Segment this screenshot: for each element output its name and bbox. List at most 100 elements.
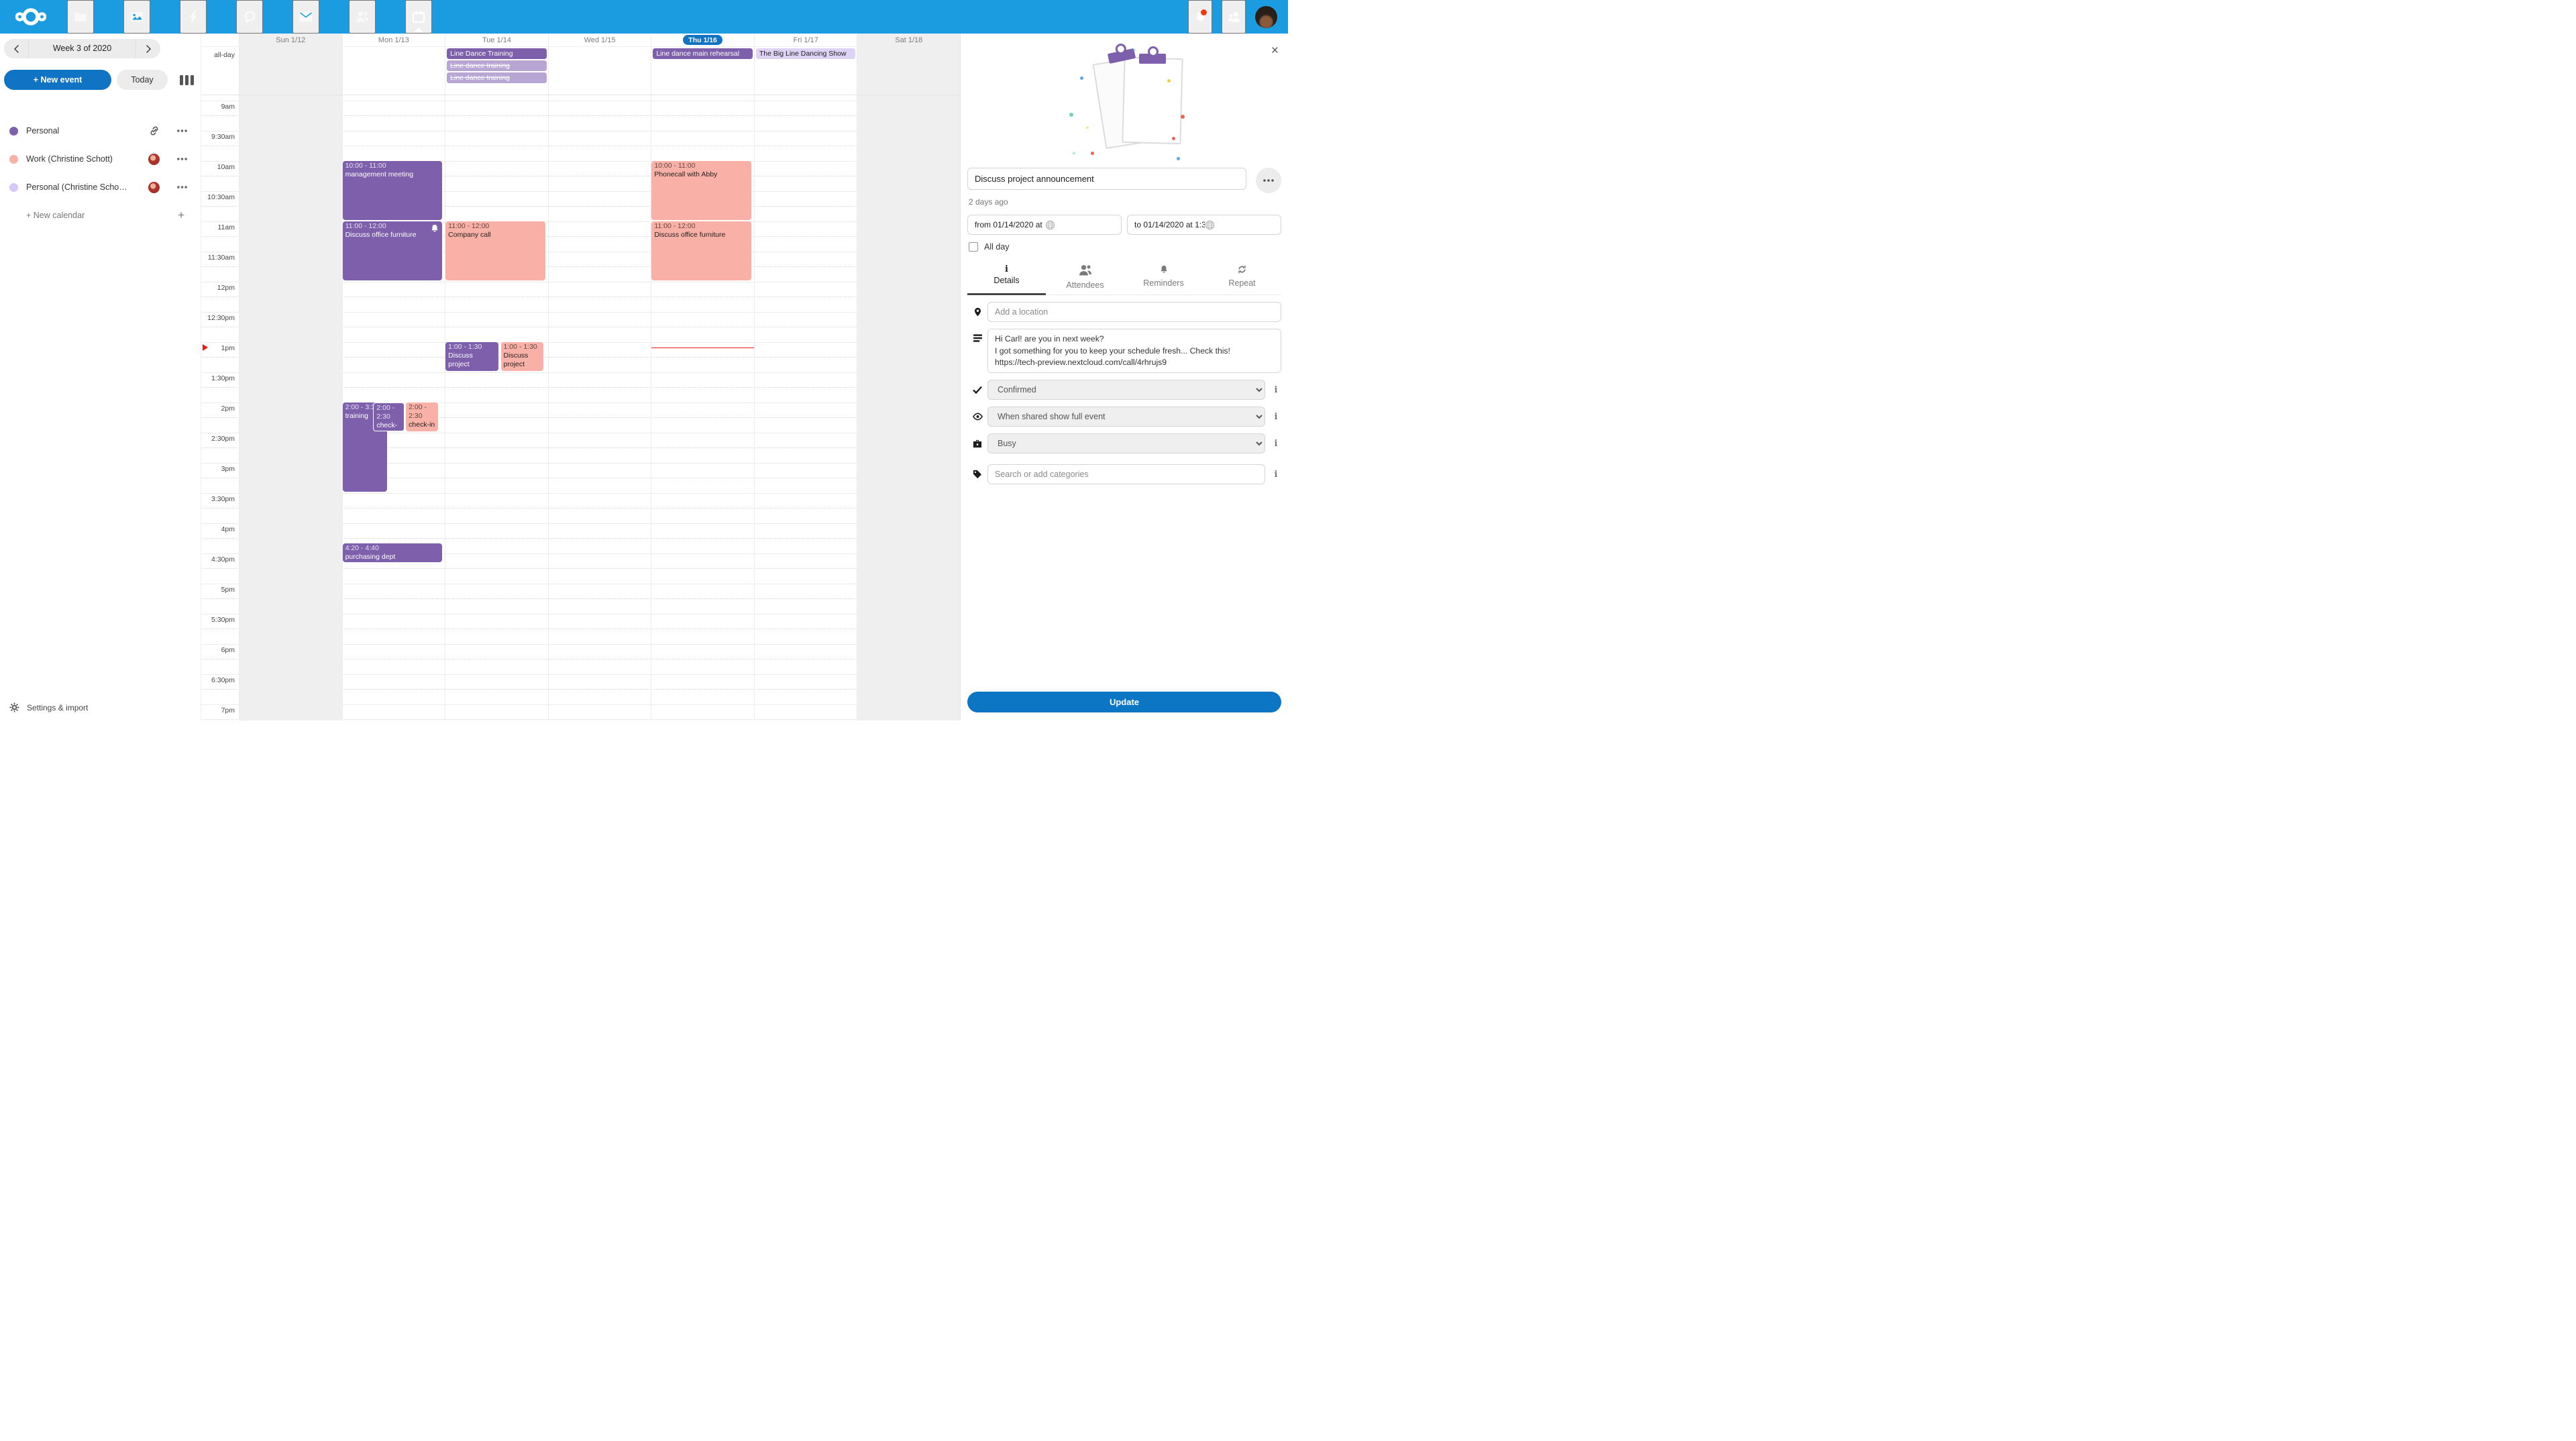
bell-icon [1159,264,1169,276]
contacts-app-people-icon[interactable] [349,0,376,34]
info-icon: i [1005,264,1008,274]
time-axis-label: 9am [201,103,235,111]
time-axis-label: 6pm [201,646,235,654]
freebusy-info-icon[interactable]: i [1271,439,1281,448]
last-modified-text: 2 days ago [969,197,1281,207]
day-header-wed[interactable]: Wed 1/15 [548,34,651,46]
visibility-eye-icon [967,413,987,421]
event-actions-menu-button[interactable] [1256,168,1281,193]
calendar-list-item[interactable]: Personal (Christine Scho… [0,173,201,201]
calendar-actions-icon[interactable] [176,156,189,162]
view-mode-toggle[interactable] [177,72,197,88]
day-header-row: Sun 1/12Mon 1/13Tue 1/14Wed 1/15Thu 1/16… [201,34,960,47]
calendar-app-calendar-icon[interactable] [405,0,432,34]
day-header-thu[interactable]: Thu 1/16 [651,34,754,46]
next-week-button[interactable] [136,39,160,58]
event-card[interactable]: 2:00 - 2:30check-in [406,403,438,431]
all-day-checkbox[interactable] [969,242,978,252]
day-header-sat[interactable]: Sat 1/18 [857,34,960,46]
tab-details[interactable]: iDetails [967,261,1046,295]
start-datetime-field[interactable]: from 01/14/2020 at 1:00 PM [967,215,1122,235]
timezone-globe-icon[interactable] [1045,220,1116,230]
all-day-event-chip[interactable]: Line dance training [447,60,547,71]
event-title-input[interactable] [967,168,1246,190]
update-button[interactable]: Update [967,692,1281,712]
end-datetime-field[interactable]: to 01/14/2020 at 1:30 PM [1127,215,1281,235]
day-column[interactable]: 10:00 - 11:00management meeting11:00 - 1… [342,95,445,720]
all-day-event-chip[interactable]: Line Dance Training [447,48,547,59]
all-day-column[interactable] [548,47,651,95]
tab-repeat[interactable]: Repeat [1203,261,1281,295]
location-input[interactable] [987,302,1281,322]
activity-app-bolt-icon[interactable] [180,0,207,34]
calendar-actions-icon[interactable] [176,184,189,190]
calendar-list-item[interactable]: Work (Christine Schott) [0,145,201,173]
user-avatar[interactable] [1255,6,1277,28]
all-day-column[interactable] [857,47,960,95]
day-header-tue[interactable]: Tue 1/14 [445,34,548,46]
event-card[interactable]: 10:00 - 11:00Phonecall with Abby [651,161,751,220]
calendar-color-dot [9,155,18,164]
today-button[interactable]: Today [117,70,168,90]
contacts-menu-icon[interactable] [1222,0,1246,34]
people-icon [1079,264,1092,278]
event-card[interactable]: 4:20 - 4:40purchasing dept [343,543,443,562]
categories-info-icon[interactable]: i [1271,470,1281,479]
calendar-list-item[interactable]: Personal [0,117,201,145]
visibility-select[interactable]: When shared show full event [987,407,1265,427]
day-header-sun[interactable]: Sun 1/12 [239,34,342,46]
all-day-checkbox-label[interactable]: All day [984,242,1010,252]
event-card[interactable]: 1:00 - 1:30Discuss project announcement [445,342,498,371]
all-day-row: all-day Line Dance TrainingLine dance tr… [201,47,960,95]
event-card[interactable]: 1:00 - 1:30Discuss project [501,342,543,371]
time-axis-label: 9:30am [201,133,235,141]
status-info-icon[interactable]: i [1271,386,1281,394]
previous-week-button[interactable] [4,39,28,58]
categories-input[interactable] [987,464,1265,484]
day-column[interactable] [239,95,342,720]
event-card[interactable]: 11:00 - 12:00Discuss office furniture [651,221,751,280]
files-app-folder-icon[interactable] [67,0,94,34]
day-column[interactable]: 10:00 - 11:00Phonecall with Abby11:00 - … [651,95,754,720]
day-header-mon[interactable]: Mon 1/13 [342,34,445,46]
event-card[interactable]: 11:00 - 12:00Company call [445,221,545,280]
new-event-button[interactable]: + New event [4,70,111,90]
notifications-bell-icon[interactable] [1188,0,1212,34]
status-select[interactable]: Confirmed [987,380,1265,400]
week-label[interactable]: Week 3 of 2020 [28,39,136,58]
event-card[interactable]: 2:00 - 2:30check-in [373,403,404,431]
tab-attendees[interactable]: Attendees [1046,261,1124,295]
day-column[interactable] [754,95,857,720]
all-day-column[interactable] [342,47,445,95]
day-header-fri[interactable]: Fri 1/17 [754,34,857,46]
description-textarea[interactable]: Hi Carl! are you in next week? I got som… [987,329,1281,373]
timezone-globe-icon[interactable] [1205,220,1275,230]
visibility-info-icon[interactable]: i [1271,413,1281,421]
event-card[interactable]: 11:00 - 12:00Discuss office furniture [343,221,443,280]
all-day-event-chip[interactable]: Line dance training [447,72,547,83]
calendar-actions-icon[interactable] [176,128,189,134]
share-link-icon[interactable] [149,125,160,136]
new-calendar-button[interactable]: + New calendar + [0,201,201,229]
time-axis-label: 7pm [201,706,235,714]
settings-import-button[interactable]: Settings & import [0,694,201,720]
all-day-event-chip[interactable]: The Big Line Dancing Show [756,48,856,59]
day-column[interactable] [548,95,651,720]
tab-reminders[interactable]: Reminders [1124,261,1203,295]
photos-app-image-icon[interactable] [123,0,150,34]
all-day-column[interactable]: Line dance main rehearsal [651,47,754,95]
nextcloud-logo-icon[interactable] [9,0,52,34]
settings-import-label: Settings & import [27,703,88,712]
day-column[interactable] [857,95,960,720]
freebusy-select[interactable]: Busy [987,433,1265,453]
talk-app-talk-icon[interactable] [236,0,263,34]
day-column[interactable]: 11:00 - 12:00Company call 1:00 - 1:30Disc… [445,95,548,720]
all-day-column[interactable]: Line Dance TrainingLine dance trainingLi… [445,47,548,95]
all-day-event-chip[interactable]: Line dance main rehearsal [653,48,753,59]
event-editor-panel: × + + + [960,34,1288,720]
mail-app-mail-icon[interactable] [292,0,319,34]
all-day-column[interactable]: The Big Line Dancing Show [754,47,857,95]
time-axis-label: 3pm [201,465,235,473]
all-day-column[interactable] [239,47,342,95]
event-card[interactable]: 10:00 - 11:00management meeting [343,161,443,220]
